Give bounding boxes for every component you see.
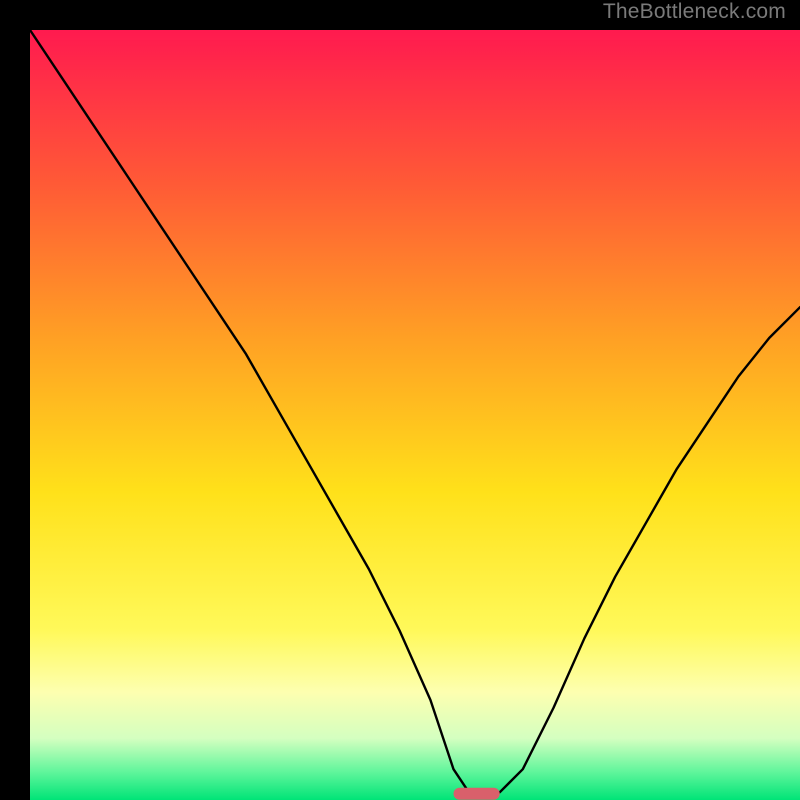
bottleneck-chart: [30, 30, 800, 800]
gradient-background: [30, 30, 800, 800]
watermark-text: TheBottleneck.com: [603, 0, 786, 24]
optimal-marker: [454, 788, 500, 800]
chart-frame: [15, 15, 785, 785]
